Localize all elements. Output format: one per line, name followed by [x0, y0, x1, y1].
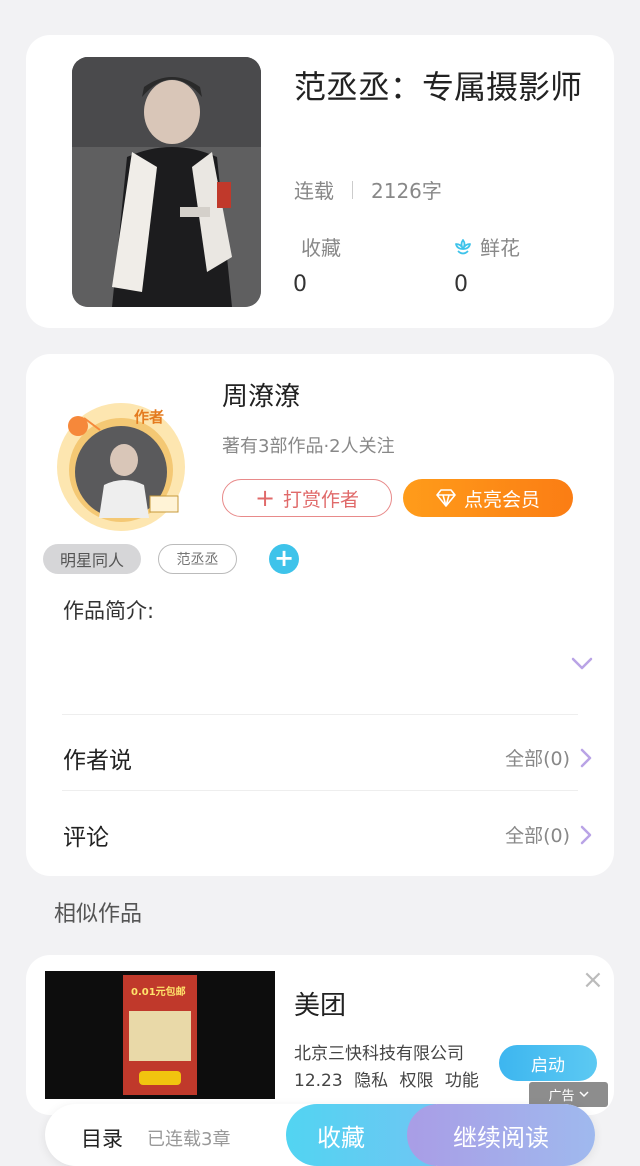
ad-links[interactable]: 12.23 隐私 权限 功能 [294, 1066, 479, 1091]
comments-all-link[interactable]: 全部(0) [505, 821, 592, 848]
book-cover-image[interactable] [72, 57, 261, 307]
meta-divider [352, 180, 353, 199]
author-says-all-link[interactable]: 全部(0) [505, 744, 592, 771]
tip-author-label: 打赏作者 [283, 488, 360, 511]
stat-collect-value: 0 [293, 272, 307, 297]
toc-button[interactable]: 目录 [81, 1123, 123, 1153]
tag-star-fanfic[interactable]: 明星同人 [43, 544, 141, 574]
chevron-right-icon [580, 825, 592, 844]
divider [62, 714, 578, 715]
chevron-down-icon[interactable] [571, 656, 593, 675]
add-tag-button[interactable]: + [269, 544, 299, 574]
ad-image-text: 0.01元包邮 [131, 987, 186, 998]
book-card: 范丞丞：专属摄影师 连载 2126字 收藏 0 鲜花 0 [26, 35, 614, 328]
bottom-action-bar: 目录 已连载3章 收藏 继续阅读 [45, 1104, 595, 1166]
plus-icon: + [254, 484, 276, 512]
author-says-count: 全部(0) [505, 748, 570, 770]
author-says-label: 作者说 [63, 748, 132, 774]
author-card: 作者 周潦潦 著有3部作品·2人关注 + 打赏作者 点亮会员 明星同人 范丞丞 … [26, 354, 614, 876]
intro-label: 作品简介: [63, 599, 155, 623]
book-word-count: 2126字 [371, 179, 442, 203]
stat-flower-value: 0 [454, 272, 468, 297]
book-status: 连载 [294, 179, 334, 203]
close-icon[interactable]: × [582, 967, 604, 993]
book-meta: 连载 2126字 [294, 175, 442, 204]
chapters-count: 已连载3章 [147, 1129, 231, 1150]
divider [62, 790, 578, 791]
stat-flower-label: 鲜花 [452, 232, 520, 261]
vip-label: 点亮会员 [463, 488, 540, 511]
similar-works-title: 相似作品 [54, 902, 143, 927]
author-badge: 作者 [134, 408, 165, 426]
ad-image[interactable]: 0.01元包邮 [45, 971, 275, 1099]
ad-company: 北京三快科技有限公司 [294, 1044, 464, 1064]
ad-card[interactable]: 0.01元包邮 × 美团 北京三快科技有限公司 12.23 隐私 权限 功能 启… [26, 955, 614, 1115]
chevron-right-icon [580, 748, 592, 767]
author-info: 著有3部作品·2人关注 [222, 436, 395, 457]
comments-count: 全部(0) [505, 825, 570, 847]
vip-button[interactable]: 点亮会员 [403, 479, 573, 517]
comments-label: 评论 [63, 825, 109, 851]
stat-collect-label: 收藏 [301, 236, 341, 260]
author-avatar[interactable]: 作者 [54, 400, 188, 534]
chevron-down-icon [578, 1091, 589, 1098]
tag-fan-chengcheng[interactable]: 范丞丞 [158, 544, 237, 574]
collect-label: 收藏 [317, 1123, 365, 1152]
diamond-icon [436, 489, 456, 507]
flower-icon [452, 236, 474, 258]
continue-reading-button[interactable]: 继续阅读 [407, 1104, 595, 1166]
ad-launch-button[interactable]: 启动 [499, 1045, 597, 1081]
ad-title: 美团 [294, 991, 347, 1021]
book-title: 范丞丞：专属摄影师 [294, 68, 583, 106]
author-name[interactable]: 周潦潦 [222, 376, 300, 413]
tip-author-button[interactable]: + 打赏作者 [222, 479, 392, 517]
